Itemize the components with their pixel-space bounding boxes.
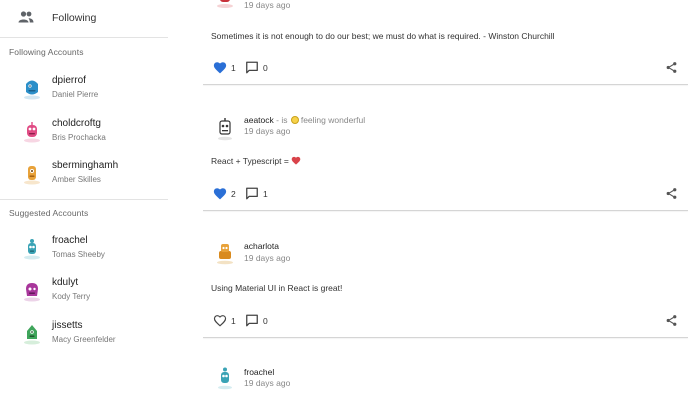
comment-icon[interactable]: [245, 314, 259, 327]
post-header: aeatock - is feeling wonderful: [244, 115, 365, 125]
share-icon[interactable]: [665, 187, 678, 200]
comment-count: 1: [263, 189, 268, 199]
account-name: Amber Skilles: [52, 175, 101, 184]
like-count: 1: [231, 63, 236, 73]
post-card: froachel 19 days ago: [203, 355, 688, 400]
smile-emoji-icon: [290, 116, 299, 124]
robot-avatar: [24, 325, 40, 345]
account-item-jissetts[interactable]: jissetts Macy Greenfelder: [0, 313, 168, 353]
following-nav-item[interactable]: Following: [0, 0, 168, 37]
sidebar-divider: [0, 199, 168, 200]
account-name: Macy Greenfelder: [52, 335, 116, 344]
post-timestamp: 19 days ago: [244, 253, 291, 263]
suggested-accounts-title: Suggested Accounts: [9, 208, 89, 218]
post-timestamp: 19 days ago: [244, 0, 291, 10]
post-card: aeatock - is feeling wonderful 19 days a…: [203, 103, 688, 213]
comment-icon[interactable]: [245, 61, 259, 74]
account-item-sberminghamh[interactable]: sberminghamh Amber Skilles: [0, 153, 168, 193]
post-text-content: React + Typescript =: [211, 156, 289, 166]
account-username: froachel: [52, 235, 88, 246]
heart-filled-icon[interactable]: [213, 61, 227, 74]
like-count: 1: [231, 316, 236, 326]
robot-avatar: [217, 244, 233, 265]
account-name: Kody Terry: [52, 292, 91, 301]
post-timestamp: 19 days ago: [244, 126, 291, 136]
account-item-choldcroftg[interactable]: choldcroftg Bris Prochacka: [0, 111, 168, 151]
post-feeling: feeling wonderful: [300, 115, 366, 125]
like-count: 2: [231, 189, 236, 199]
account-name: Bris Prochacka: [52, 133, 106, 142]
account-username: kdulyt: [52, 277, 79, 288]
account-name: Tomas Sheeby: [52, 250, 105, 259]
robot-avatar: [24, 122, 40, 143]
people-icon: [18, 11, 34, 23]
robot-avatar: [24, 80, 40, 100]
post-username[interactable]: froachel: [244, 367, 274, 377]
post-username[interactable]: acharlota: [244, 241, 279, 251]
account-username: choldcroftg: [52, 118, 101, 129]
post-divider: [203, 210, 688, 211]
robot-avatar: [24, 166, 40, 185]
comment-count: 0: [263, 63, 268, 73]
comment-icon[interactable]: [245, 187, 259, 200]
post-text: React + Typescript =: [211, 156, 301, 166]
post-username[interactable]: aeatock: [244, 115, 274, 125]
share-icon[interactable]: [665, 314, 678, 327]
sidebar-divider: [0, 37, 168, 38]
account-username: jissetts: [52, 320, 83, 331]
account-item-kdulyt[interactable]: kdulyt Kody Terry: [0, 270, 168, 310]
following-label: Following: [52, 12, 97, 24]
sidebar: Following Following Accounts dpierrof Da…: [0, 0, 168, 400]
post-divider: [203, 84, 688, 85]
following-accounts-title: Following Accounts: [9, 47, 84, 57]
post-divider: [203, 337, 688, 338]
post-text: Sometimes it is not enough to do our bes…: [211, 31, 555, 41]
feed: 19 days ago Sometimes it is not enough t…: [203, 0, 688, 400]
post-text: Using Material UI in React is great!: [211, 283, 343, 293]
account-item-froachel[interactable]: froachel Tomas Sheeby: [0, 228, 168, 268]
robot-avatar: [218, 118, 232, 141]
post-timestamp: 19 days ago: [244, 378, 291, 388]
feeling-prefix: - is: [273, 115, 290, 125]
robot-avatar: [24, 239, 40, 260]
account-item-dpierrof[interactable]: dpierrof Daniel Pierre: [0, 68, 168, 108]
robot-avatar: [218, 367, 232, 390]
post-card: acharlota 19 days ago Using Material UI …: [203, 229, 688, 339]
account-username: sberminghamh: [52, 160, 119, 171]
heart-outline-icon[interactable]: [213, 314, 227, 327]
heart-filled-icon[interactable]: [213, 187, 227, 200]
comment-count: 0: [263, 316, 268, 326]
red-heart-emoji-icon: [291, 156, 301, 165]
post-card: 19 days ago Sometimes it is not enough t…: [203, 0, 688, 86]
account-name: Daniel Pierre: [52, 90, 99, 99]
share-icon[interactable]: [665, 61, 678, 74]
account-username: dpierrof: [52, 75, 86, 86]
robot-avatar: [217, 0, 233, 8]
robot-avatar: [24, 283, 40, 302]
